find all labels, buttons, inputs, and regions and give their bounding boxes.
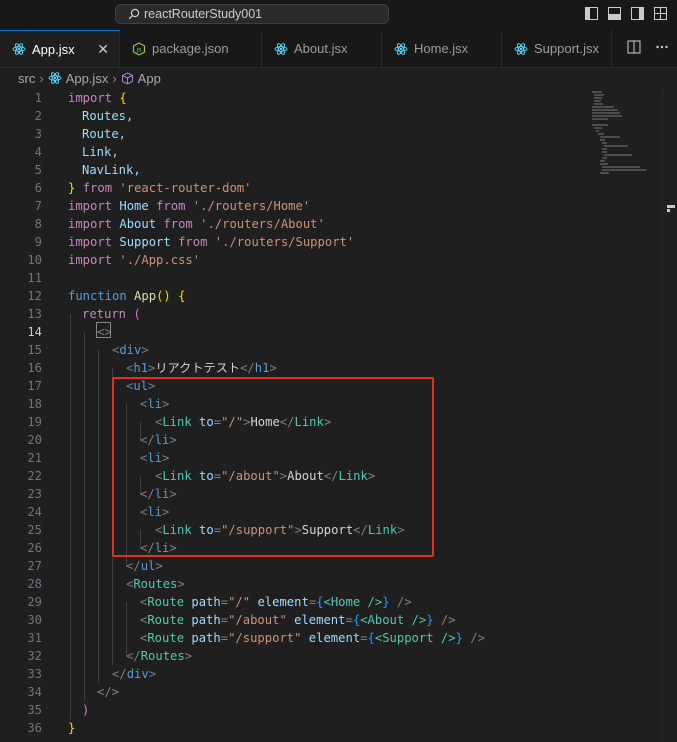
annotation-highlight-box — [112, 377, 434, 557]
title-bar: reactRouterStudy001 — [0, 0, 677, 31]
code-line-13: 13 return ( — [27, 307, 141, 321]
cube-icon — [121, 71, 133, 85]
code-line-4: 4 Link, — [34, 145, 119, 159]
code-line-10: 10 import './App.css' — [27, 253, 201, 267]
code-line-16: 16 <h1>リアクトテスト</h1> — [27, 361, 277, 375]
tab-label: Support.jsx — [534, 41, 600, 56]
code-line-35: 35) — [27, 703, 90, 717]
split-editor-icon[interactable] — [627, 40, 641, 57]
code-line-31: 31 <Route path="/support" element={<Suppo… — [27, 631, 485, 645]
toggle-secondary-sidebar-icon[interactable] — [631, 7, 644, 20]
react-icon — [12, 42, 26, 56]
tab-package-json[interactable]: js package.json — [120, 30, 262, 67]
command-center-search[interactable]: reactRouterStudy001 — [115, 4, 389, 24]
editor-tabs: App.jsx ✕ js package.json About.jsx Home… — [0, 30, 677, 68]
tab-app-jsx[interactable]: App.jsx ✕ — [0, 30, 120, 67]
search-icon — [128, 8, 140, 20]
bracket-match-highlight — [96, 322, 111, 338]
close-tab-icon[interactable]: ✕ — [97, 41, 109, 58]
code-line-3: 3 Route, — [34, 127, 127, 141]
code-line-11: 11 — [27, 271, 42, 285]
code-line-8: 8 import About from './routers/About' — [34, 217, 325, 231]
scrollbar-cursor-marker — [667, 205, 675, 208]
more-actions-icon[interactable] — [655, 40, 669, 57]
tab-label: About.jsx — [294, 41, 348, 56]
breadcrumb-file[interactable]: App.jsx — [48, 70, 109, 86]
react-icon — [48, 72, 62, 84]
code-line-7: 7 import Home from './routers/Home' — [34, 199, 311, 213]
breadcrumb-file-label: App.jsx — [65, 70, 109, 86]
code-line-6: 6} from 'react-router-dom' — [34, 181, 252, 195]
code-line-30: 30 <Route path="/about" element={<About /… — [27, 613, 456, 627]
react-icon — [274, 42, 288, 56]
code-line-29: 29 <Route path="/" element={<Home />} /> — [27, 595, 412, 609]
svg-text:js: js — [136, 46, 142, 53]
toggle-panel-icon[interactable] — [608, 7, 621, 20]
code-line-12: 12 function App() { — [27, 289, 186, 303]
vertical-scrollbar[interactable] — [662, 89, 677, 742]
chevron-right-icon: › — [39, 70, 44, 86]
customize-layout-icon[interactable] — [654, 7, 667, 20]
tab-label: Home.jsx — [414, 41, 469, 56]
code-line-32: 32 </Routes> — [27, 649, 193, 663]
react-icon — [394, 42, 408, 56]
vscode-window: reactRouterStudy001 App.jsx ✕ js package… — [0, 0, 677, 742]
chevron-right-icon: › — [112, 70, 117, 86]
code-line-2: 2 Routes, — [34, 109, 134, 123]
code-line-36: 36} — [27, 721, 76, 735]
toggle-primary-sidebar-icon[interactable] — [585, 7, 598, 20]
code-line-33: 33 </div> — [27, 667, 157, 681]
react-icon — [514, 42, 528, 56]
tab-about-jsx[interactable]: About.jsx — [262, 30, 382, 67]
code-line-34: 34 </> — [27, 685, 120, 699]
nodejs-icon: js — [132, 41, 146, 56]
scrollbar-cursor-marker — [667, 209, 670, 212]
tab-home-jsx[interactable]: Home.jsx — [382, 30, 502, 67]
search-text: reactRouterStudy001 — [144, 7, 263, 21]
code-line-28: 28 <Routes> — [27, 577, 185, 591]
code-line-1: 1 import { — [34, 91, 127, 105]
tab-label: package.json — [152, 41, 229, 56]
code-line-27: 27 </ul> — [27, 559, 163, 573]
breadcrumb-folder[interactable]: src — [18, 71, 35, 86]
breadcrumb: src › App.jsx › App — [0, 67, 677, 89]
editor-actions — [627, 40, 669, 57]
code-line-15: 15 <div> — [27, 343, 149, 357]
tab-support-jsx[interactable]: Support.jsx — [502, 30, 612, 67]
breadcrumb-symbol-label: App — [137, 70, 161, 86]
tab-label: App.jsx — [32, 41, 75, 57]
minimap[interactable] — [588, 89, 654, 179]
code-line-9: 9 import Support from './routers/Support' — [34, 235, 355, 249]
code-line-5: 5 NavLink, — [34, 163, 141, 177]
layout-controls — [585, 7, 667, 20]
breadcrumb-symbol[interactable]: App — [121, 71, 161, 86]
